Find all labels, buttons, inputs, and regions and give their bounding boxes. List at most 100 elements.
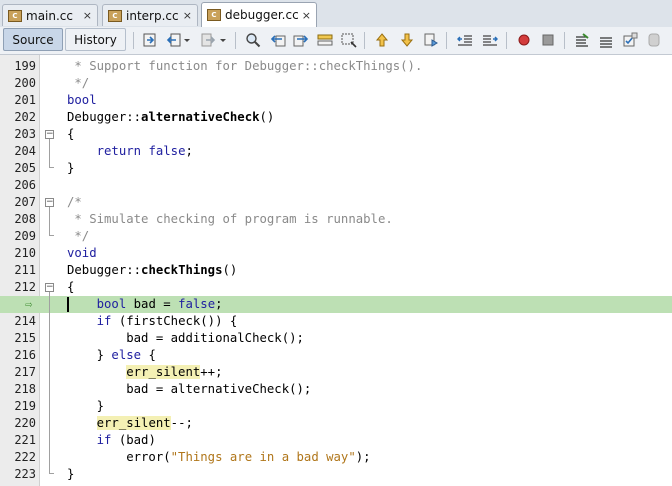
code-line[interactable]: 221 if (bad) [0,432,672,449]
fold-toggle-icon[interactable]: − [45,283,54,292]
close-icon[interactable]: × [302,9,311,22]
tab-debugger-cc[interactable]: C debugger.cc × [201,2,317,27]
toolbar-separator [235,32,236,49]
previous-bookmark-icon[interactable] [374,32,390,48]
code-line[interactable]: 207 /* [0,194,672,211]
code-line[interactable]: 222 error("Things are in a bad way"); [0,449,672,466]
toggle-rect-selection-icon[interactable] [341,32,357,48]
code-text: } [67,161,75,175]
toggle-bookmark-icon[interactable] [423,32,439,48]
chevron-down-icon[interactable] [218,32,228,48]
toolbar-separator [133,32,134,49]
line-number: 222 [14,450,36,464]
back-icon[interactable] [166,32,182,48]
code-text: bad = alternativeCheck(); [67,382,312,396]
line-number: 201 [14,93,36,107]
tasks-icon[interactable] [622,32,638,48]
tab-main-cc[interactable]: C main.cc × [2,4,98,26]
line-number: 223 [14,467,36,481]
code-line[interactable]: 201 bool [0,92,672,109]
code-line[interactable]: 219 } [0,398,672,415]
code-line[interactable]: 216 } else { [0,347,672,364]
toolbar-separator [364,32,365,49]
code-line[interactable]: 210 void [0,245,672,262]
code-line[interactable]: 223 } [0,466,672,483]
source-view-button[interactable]: Source [3,28,63,51]
code-text: if (bad) [96,433,156,447]
fold-guide [49,167,54,168]
code-text: * Support function for Debugger::checkTh… [67,59,423,73]
find-icon[interactable] [245,32,261,48]
toggle-highlight-icon[interactable] [317,32,333,48]
code-line[interactable]: 215 bad = additionalCheck(); [0,330,672,347]
line-number: 214 [14,314,36,328]
next-bookmark-icon[interactable] [399,32,415,48]
code-line[interactable]: 203 { [0,126,672,143]
code-line[interactable]: 199 * Support function for Debugger::che… [0,58,672,75]
history-view-button[interactable]: History [65,28,126,51]
stop-macro-icon[interactable] [540,32,556,48]
code-text: { [67,127,75,141]
close-icon[interactable]: × [83,9,92,22]
fold-guide [49,235,54,236]
code-text: bad = additionalCheck(); [67,331,304,345]
toolbar-separator [446,32,447,49]
chevron-down-icon[interactable] [182,32,192,48]
code-line[interactable]: 218 bad = alternativeCheck(); [0,381,672,398]
code-line[interactable]: 212 { [0,279,672,296]
last-edit-icon[interactable] [142,32,158,48]
fold-toggle-icon[interactable]: − [45,130,54,139]
code-line[interactable]: 200 */ [0,75,672,92]
fold-guide [49,139,50,167]
line-number: 216 [14,348,36,362]
line-number: 210 [14,246,36,260]
tab-interp-cc[interactable]: C interp.cc × [102,4,198,26]
code-text: } [67,467,75,481]
code-text: err_silent--; [96,416,193,430]
diff-icon[interactable] [646,32,662,48]
code-line[interactable]: 214 if (firstCheck()) { [0,313,672,330]
line-number: 208 [14,212,36,226]
fold-guide [49,473,54,474]
code-text: */ [67,229,90,243]
code-line[interactable]: 209 */ [0,228,672,245]
start-macro-icon[interactable] [516,32,532,48]
code-line[interactable]: 202 Debugger::alternativeCheck() [0,109,672,126]
cpp-file-icon: C [8,9,22,22]
code-line[interactable]: 217 err_silent++; [0,364,672,381]
line-number: 204 [14,144,36,158]
shift-left-icon[interactable] [457,32,473,48]
code-text: if (firstCheck()) { [96,314,238,328]
editor-toolbar: Source History [0,27,672,55]
code-line[interactable]: 220 err_silent--; [0,415,672,432]
fold-toggle-icon[interactable]: − [45,198,54,207]
uncomment-icon[interactable] [598,32,614,48]
code-text: err_silent++; [126,365,223,379]
comment-icon[interactable] [574,32,590,48]
current-line-arrow-icon: ⇨ [25,297,33,311]
editor-tab-bar: C main.cc × C interp.cc × C debugger.cc … [0,0,672,28]
code-text: void [67,246,97,260]
code-text: { [67,280,75,294]
line-number: 215 [14,331,36,345]
code-text: /* [67,195,82,209]
code-line[interactable]: 211 Debugger::checkThings() [0,262,672,279]
code-line[interactable]: 205 } [0,160,672,177]
code-line[interactable]: 206 [0,177,672,194]
text-caret [67,297,69,312]
toolbar-separator [564,32,565,49]
shift-right-icon[interactable] [482,32,498,48]
current-line[interactable]: ⇨ bool bad = false; [0,296,672,313]
code-text: bool bad = false; [96,297,223,311]
code-line[interactable]: 208 * Simulate checking of program is ru… [0,211,672,228]
code-text: bool [67,93,97,107]
find-next-icon[interactable] [293,32,309,48]
forward-icon[interactable] [200,32,216,48]
code-text: error("Things are in a bad way"); [67,450,371,464]
code-text: } else { [67,348,156,362]
tab-label: interp.cc [126,8,179,23]
close-icon[interactable]: × [183,9,192,22]
code-line[interactable]: 204 return false; [0,143,672,160]
find-previous-icon[interactable] [270,32,286,48]
code-editor[interactable]: 199 * Support function for Debugger::che… [0,55,672,486]
